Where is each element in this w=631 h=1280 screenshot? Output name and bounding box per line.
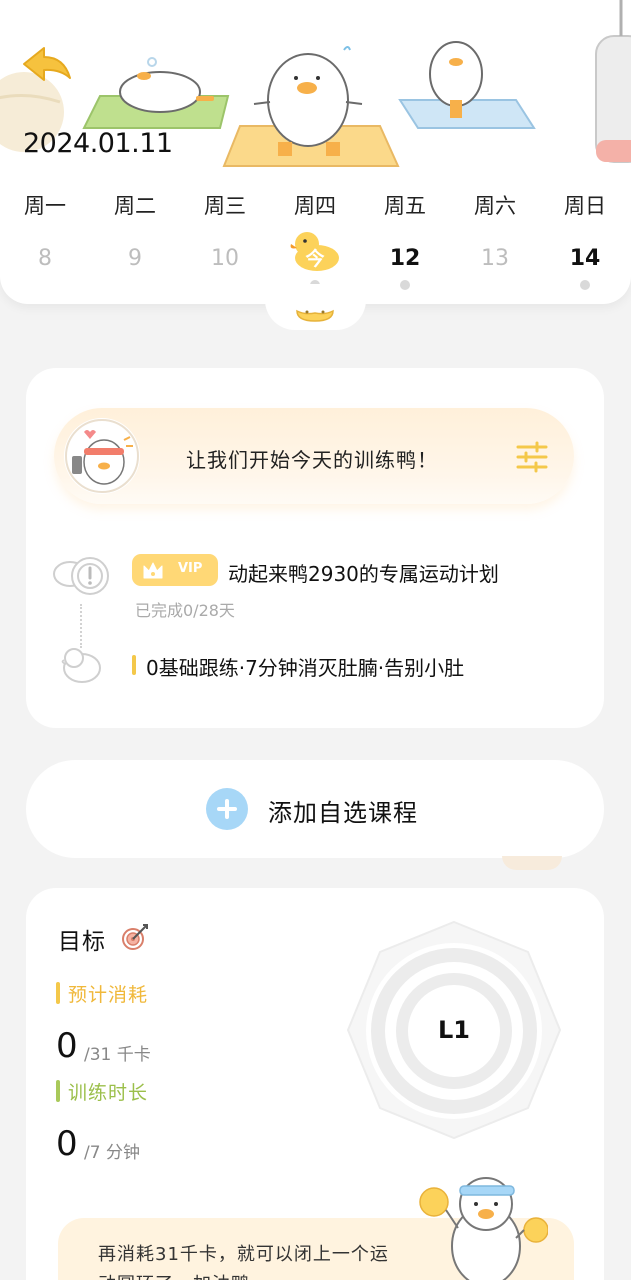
activity-dot: [400, 280, 410, 290]
training-plan-card: 让我们开始今天的训练鸭！ VIP 动起来鸭2930的专属运动计划 已完成0/28…: [26, 368, 604, 728]
cheerleader-duck-illustration: [419, 1177, 548, 1280]
day-number: 8: [38, 246, 52, 271]
banner-message: 让我们开始今天的训练鸭！: [186, 448, 438, 472]
day-number: 13: [481, 246, 509, 271]
target-dart-icon: [122, 924, 148, 950]
day-thursday-today[interactable]: 周四 今: [270, 190, 360, 290]
calendar-expand-tab[interactable]: [265, 284, 366, 330]
duck-bill-icon: [296, 309, 334, 322]
day-tuesday[interactable]: 周二 9: [90, 190, 180, 274]
timeline-connector: [80, 604, 82, 648]
weekday-label: 周五: [384, 194, 426, 218]
day-friday[interactable]: 周五 12: [360, 190, 450, 290]
duck-clock-icon: [53, 557, 109, 595]
day-saturday[interactable]: 周六 13: [450, 190, 540, 274]
back-arrow-icon[interactable]: [20, 44, 74, 84]
start-training-banner[interactable]: 让我们开始今天的训练鸭！: [54, 408, 574, 504]
time-label: 训练时长: [68, 1082, 149, 1104]
weekday-label: 周三: [204, 194, 246, 218]
settings-sliders-icon[interactable]: [516, 441, 548, 473]
add-course-label: 添加自选课程: [268, 799, 418, 827]
goal-title: 目标: [58, 929, 106, 955]
duck-step-icon: [61, 648, 101, 683]
calorie-unit: /31 千卡: [84, 1045, 151, 1065]
calorie-label: 预计消耗: [68, 984, 149, 1006]
calendar-header: 2024.01.11 周一 8 周二 9 周三 10 周四 今 周五 12 周六…: [0, 0, 631, 304]
day-number: 今: [305, 248, 325, 270]
add-custom-course-button[interactable]: 添加自选课程: [26, 760, 604, 858]
current-date: 2024.01.11: [23, 128, 173, 159]
calorie-accent-bar: [56, 982, 60, 1004]
weekday-label: 周二: [114, 194, 156, 218]
duck-avatar: [64, 418, 140, 494]
day-number: 12: [389, 246, 421, 271]
level-label: L1: [438, 1016, 470, 1044]
day-wednesday[interactable]: 周三 10: [180, 190, 270, 274]
weekday-label: 周日: [564, 194, 606, 218]
time-unit: /7 分钟: [84, 1143, 140, 1163]
time-accent-bar: [56, 1080, 60, 1102]
goal-card: 目标 预计消耗 0 /31 千卡 训练时长 0 /7 分钟 L1 再消耗31千卡…: [26, 888, 604, 1280]
day-monday[interactable]: 周一 8: [0, 190, 90, 274]
weekday-label: 周一: [24, 194, 66, 218]
day-sunday[interactable]: 周日 14: [540, 190, 630, 290]
weekday-label: 周四: [294, 194, 336, 218]
day-number: 9: [128, 246, 142, 271]
activity-dot: [580, 280, 590, 290]
time-value: 0: [56, 1124, 78, 1164]
vip-label: VIP: [178, 561, 203, 576]
course-item[interactable]: 0基础跟练·7分钟消灭肚腩·告别小肚: [146, 652, 464, 681]
screen: 2024.01.11 周一 8 周二 9 周三 10 周四 今 周五 12 周六…: [0, 0, 631, 1280]
vip-badge: VIP: [132, 554, 218, 586]
card-peek-decoration: [502, 856, 562, 870]
course-accent-bar: [132, 655, 136, 675]
crown-icon: [143, 562, 163, 579]
day-number: 10: [211, 246, 239, 271]
plan-progress: 已完成0/28天: [135, 601, 235, 620]
week-strip: 周一 8 周二 9 周三 10 周四 今 周五 12 周六 13 周日 14: [0, 190, 631, 290]
plan-title[interactable]: 动起来鸭2930的专属运动计划: [228, 558, 499, 587]
calorie-value: 0: [56, 1026, 78, 1066]
day-number: 14: [569, 246, 601, 271]
weekday-label: 周六: [474, 194, 516, 218]
tip-text: 再消耗31千卡，就可以闭上一个运动圆环了，加油鸭~: [98, 1244, 389, 1280]
plus-icon: [206, 788, 248, 830]
